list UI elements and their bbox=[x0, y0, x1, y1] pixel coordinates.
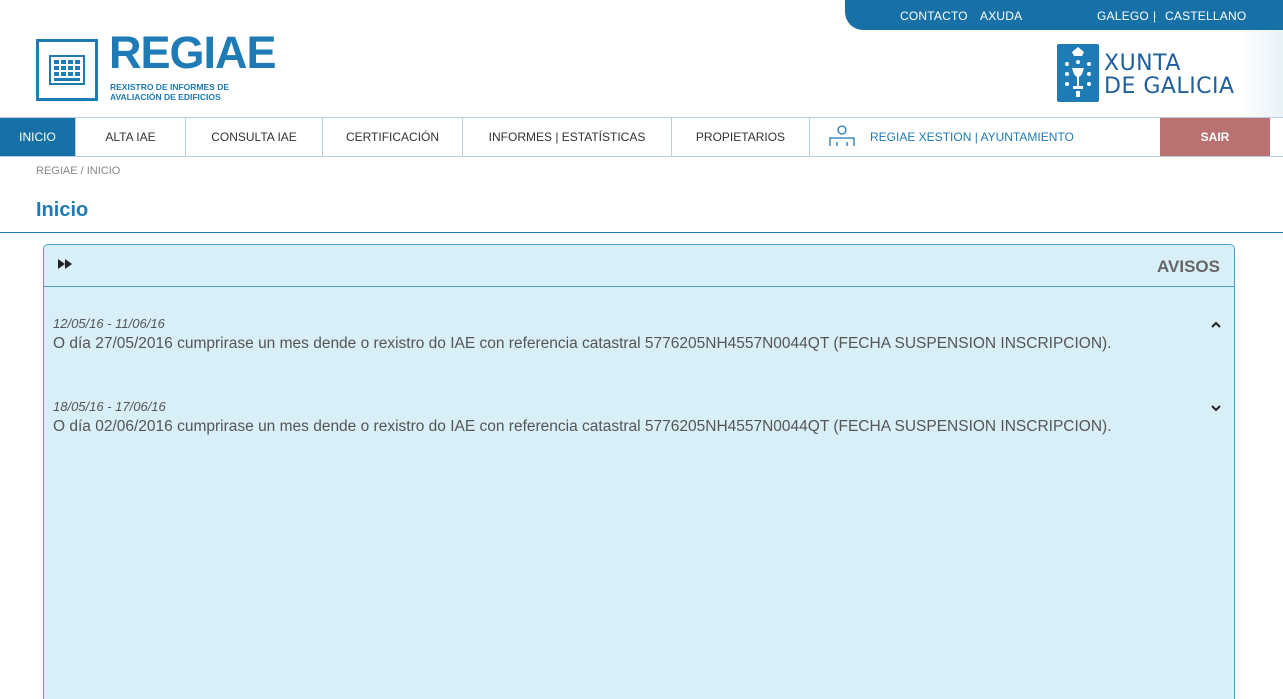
aviso-item[interactable]: 12/05/16 - 11/06/16 O día 27/05/2016 cum… bbox=[53, 316, 1223, 354]
chevron-up-icon[interactable] bbox=[1209, 318, 1223, 332]
title-divider bbox=[0, 232, 1283, 233]
regiae-xestion-label: REGIAE XESTION | AYUNTAMIENTO bbox=[870, 130, 1074, 144]
app-subtitle: REXISTRO DE INFORMES DE AVALIACIÓN DE ED… bbox=[110, 82, 280, 102]
castellano-link[interactable]: CASTELLANO bbox=[1165, 9, 1246, 23]
fast-forward-icon[interactable] bbox=[58, 257, 72, 272]
avisos-panel: AVISOS 12/05/16 - 11/06/16 O día 27/05/2… bbox=[43, 244, 1235, 699]
regiae-logo-icon[interactable] bbox=[36, 39, 98, 101]
nav-informes-estatisticas[interactable]: INFORMES | ESTATÍSTICAS bbox=[463, 118, 672, 156]
user-icon bbox=[828, 124, 856, 150]
avisos-panel-header: AVISOS bbox=[44, 245, 1234, 287]
xunta-line-1: XUNTA bbox=[1104, 51, 1181, 76]
avisos-title: AVISOS bbox=[1157, 257, 1220, 276]
nav-propietarios[interactable]: PROPIETARIOS bbox=[672, 118, 810, 156]
chevron-down-icon[interactable] bbox=[1209, 401, 1223, 415]
top-utility-bar: CONTACTO AXUDA GALEGO | CASTELLANO bbox=[845, 0, 1283, 30]
nav-certificacion[interactable]: CERTIFICACIÓN bbox=[323, 118, 463, 156]
nav-alta-iae[interactable]: ALTA IAE bbox=[76, 118, 186, 156]
contacto-link[interactable]: CONTACTO bbox=[900, 9, 968, 23]
app-title[interactable]: REGIAE bbox=[109, 30, 277, 75]
app-subtitle-line-2: AVALIACIÓN DE EDIFICIOS bbox=[110, 92, 221, 102]
aviso-item[interactable]: 18/05/16 - 17/06/16 O día 02/06/2016 cum… bbox=[53, 399, 1223, 437]
app-subtitle-line-1: REXISTRO DE INFORMES DE bbox=[110, 82, 230, 92]
regiae-xestion-link[interactable]: REGIAE XESTION | AYUNTAMIENTO bbox=[810, 118, 1160, 156]
language-separator: | bbox=[1153, 9, 1157, 23]
sair-button[interactable]: SAIR bbox=[1160, 118, 1270, 156]
xunta-logo-text[interactable]: XUNTA DE GALICIA bbox=[1104, 52, 1235, 98]
aviso-message: O día 02/06/2016 cumprirase un mes dende… bbox=[53, 418, 1112, 435]
aviso-dates: 18/05/16 - 17/06/16 bbox=[53, 399, 166, 414]
nav-consulta-iae[interactable]: CONSULTA IAE bbox=[186, 118, 323, 156]
main-nav: INICIO ALTA IAE CONSULTA IAE CERTIFICACI… bbox=[0, 117, 1283, 157]
nav-inicio[interactable]: INICIO bbox=[0, 118, 76, 156]
aviso-message: O día 27/05/2016 cumprirase un mes dende… bbox=[53, 335, 1112, 352]
page-title: Inicio bbox=[36, 199, 89, 221]
galego-link[interactable]: GALEGO bbox=[1097, 9, 1149, 23]
xunta-line-2: DE GALICIA bbox=[1104, 74, 1235, 99]
xunta-emblem-icon bbox=[1057, 44, 1099, 102]
aviso-dates: 12/05/16 - 11/06/16 bbox=[53, 316, 165, 331]
axuda-link[interactable]: AXUDA bbox=[980, 9, 1022, 23]
breadcrumb: REGIAE / INICIO bbox=[36, 165, 121, 177]
